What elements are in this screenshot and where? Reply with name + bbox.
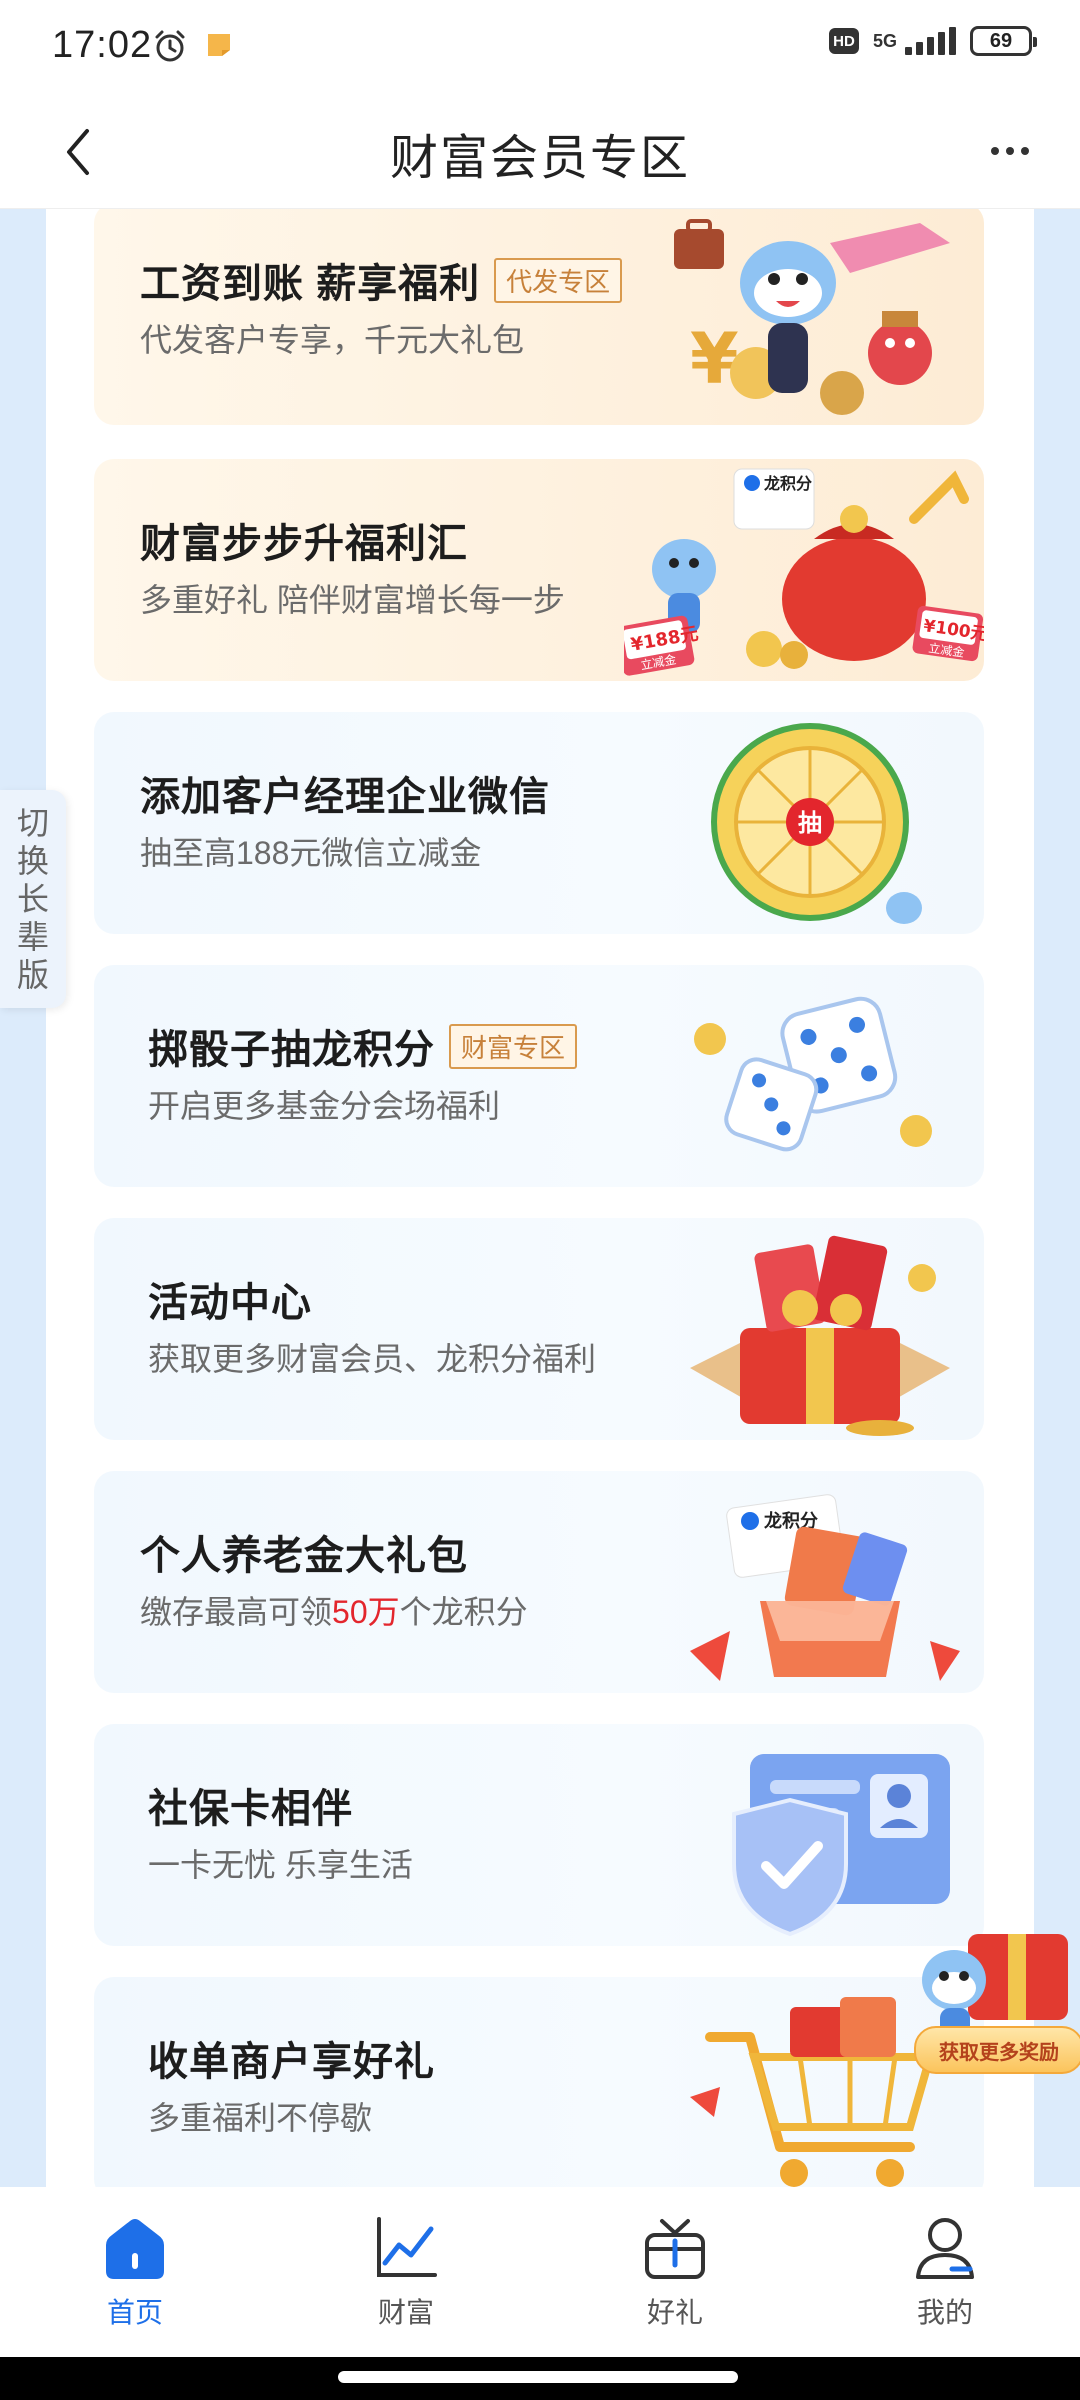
card-title: 社保卡相伴 xyxy=(148,1787,353,1831)
card-subtitle: 多重好礼 陪伴财富增长每一步 xyxy=(140,582,565,618)
id-card-shield-illustration xyxy=(732,1754,950,1937)
tab-label: 财富 xyxy=(377,2297,434,2328)
card-title: 个人养老金大礼包 xyxy=(140,1534,468,1578)
card-subtitle: 一卡无忧 乐享生活 xyxy=(148,1847,413,1883)
card-title: 收单商户享好礼 xyxy=(148,2040,435,2084)
nav-bar: 财富会员专区 xyxy=(0,96,1080,209)
alarm-icon xyxy=(155,30,185,62)
tab-mine[interactable]: 我的 xyxy=(875,2215,1015,2331)
bottom-tab-bar: 首页 财富 好礼 我的 xyxy=(0,2187,1080,2357)
chart-line-icon xyxy=(377,2217,437,2277)
status-time: 17:02 xyxy=(52,24,153,66)
floating-rewards-button[interactable]: 获取更多奖励 xyxy=(908,1924,1080,2074)
card-dice-points[interactable]: 掷骰子抽龙积分 财富专区 开启更多基金分会场福利 xyxy=(94,965,984,1187)
hd-badge: HD xyxy=(828,28,859,54)
card-wechat-manager[interactable]: 添加客户经理企业微信 抽至高188元微信立减金 抽 xyxy=(94,712,984,934)
card-salary-welfare[interactable]: 工资到账 薪享福利 代发专区 代发客户专享，千元大礼包 ¥ xyxy=(94,209,984,425)
user-icon xyxy=(916,2218,974,2279)
system-nav-area xyxy=(0,2357,1080,2400)
card-tag: 财富专区 xyxy=(449,1023,578,1069)
home-icon xyxy=(106,2219,164,2279)
network-label: 5G xyxy=(872,30,897,51)
pension-gift-illustration: 龙积分 xyxy=(690,1494,960,1681)
wheel-center-label: 抽 xyxy=(798,809,822,837)
subtitle-text: 个龙积分 xyxy=(399,1594,528,1630)
card-title: 财富步步升福利汇 xyxy=(140,522,468,566)
subtitle-highlight: 50万 xyxy=(332,1594,400,1630)
tab-home[interactable]: 首页 xyxy=(65,2215,205,2331)
card-title: 工资到账 薪享福利 xyxy=(140,262,481,306)
tab-label: 首页 xyxy=(106,2297,163,2328)
card-subtitle: 开启更多基金分会场福利 xyxy=(148,1088,501,1124)
card-title: 掷骰子抽龙积分 xyxy=(148,1028,435,1072)
side-tab-char: 版 xyxy=(16,957,49,993)
side-tab-char: 切 xyxy=(16,805,49,841)
switch-elder-mode-tab[interactable]: 切 换 长 辈 版 xyxy=(0,790,66,1008)
more-dot xyxy=(1021,147,1029,155)
card-wealth-welfare[interactable]: 财富步步升福利汇 多重好礼 陪伴财富增长每一步 龙积分 ¥188元 立减金 ¥1… xyxy=(94,459,984,681)
more-dot xyxy=(1006,147,1014,155)
card-tag: 代发专区 xyxy=(494,257,623,303)
rewards-label: 获取更多奖励 xyxy=(914,2026,1080,2074)
money-bag-illustration: 龙积分 ¥188元 立减金 ¥100元 立减金 xyxy=(624,468,984,676)
card-subtitle: 多重福利不停歇 xyxy=(148,2100,373,2136)
card-merchant-gift[interactable]: 收单商户享好礼 多重福利不停歇 xyxy=(94,1977,984,2187)
page-title: 财富会员专区 xyxy=(389,132,690,185)
gift-icon xyxy=(645,2219,705,2279)
card-title: 活动中心 xyxy=(148,1281,312,1325)
gift-box-illustration xyxy=(690,1235,950,1436)
content-panel: 工资到账 薪享福利 代发专区 代发客户专享，千元大礼包 ¥ 财富步步升福利汇 多… xyxy=(46,209,1034,2187)
prize-wheel-illustration: 抽 xyxy=(711,723,922,924)
subtitle-text: 缴存最高可领 xyxy=(140,1594,333,1630)
card-social-security[interactable]: 社保卡相伴 一卡无忧 乐享生活 xyxy=(94,1724,984,1946)
card-subtitle: 代发客户专享，千元大礼包 xyxy=(140,322,525,358)
battery-level: 69 xyxy=(989,29,1013,52)
card-activity-center[interactable]: 活动中心 获取更多财富会员、龙积分福利 xyxy=(94,1218,984,1440)
home-indicator[interactable] xyxy=(338,2371,738,2383)
message-notification-icon xyxy=(208,34,230,56)
battery-icon: 69 xyxy=(970,26,1037,56)
side-tab-char: 辈 xyxy=(16,919,49,955)
more-options-button[interactable] xyxy=(980,126,1040,176)
side-tab-char: 换 xyxy=(16,843,49,879)
more-dot xyxy=(991,147,999,155)
tab-gifts[interactable]: 好礼 xyxy=(605,2215,745,2331)
tab-wealth[interactable]: 财富 xyxy=(336,2215,476,2331)
art-label: 龙积分 xyxy=(763,474,812,493)
dice-illustration xyxy=(694,996,932,1152)
card-subtitle: 缴存最高可领50万个龙积分 xyxy=(140,1587,528,1633)
signal-icon xyxy=(905,27,956,55)
card-pension-gift[interactable]: 个人养老金大礼包 缴存最高可领50万个龙积分 龙积分 xyxy=(94,1471,984,1693)
side-tab-char: 长 xyxy=(16,881,49,917)
status-bar: 17:02 HD 5G 69 xyxy=(0,0,1080,96)
dragon-gift-illustration: ¥ xyxy=(674,219,950,415)
svg-text:¥: ¥ xyxy=(690,318,739,400)
tab-label: 好礼 xyxy=(646,2297,703,2328)
card-subtitle: 抽至高188元微信立减金 xyxy=(140,835,482,871)
tab-label: 我的 xyxy=(916,2297,973,2328)
card-subtitle: 获取更多财富会员、龙积分福利 xyxy=(148,1341,597,1377)
card-title: 添加客户经理企业微信 xyxy=(140,775,550,819)
